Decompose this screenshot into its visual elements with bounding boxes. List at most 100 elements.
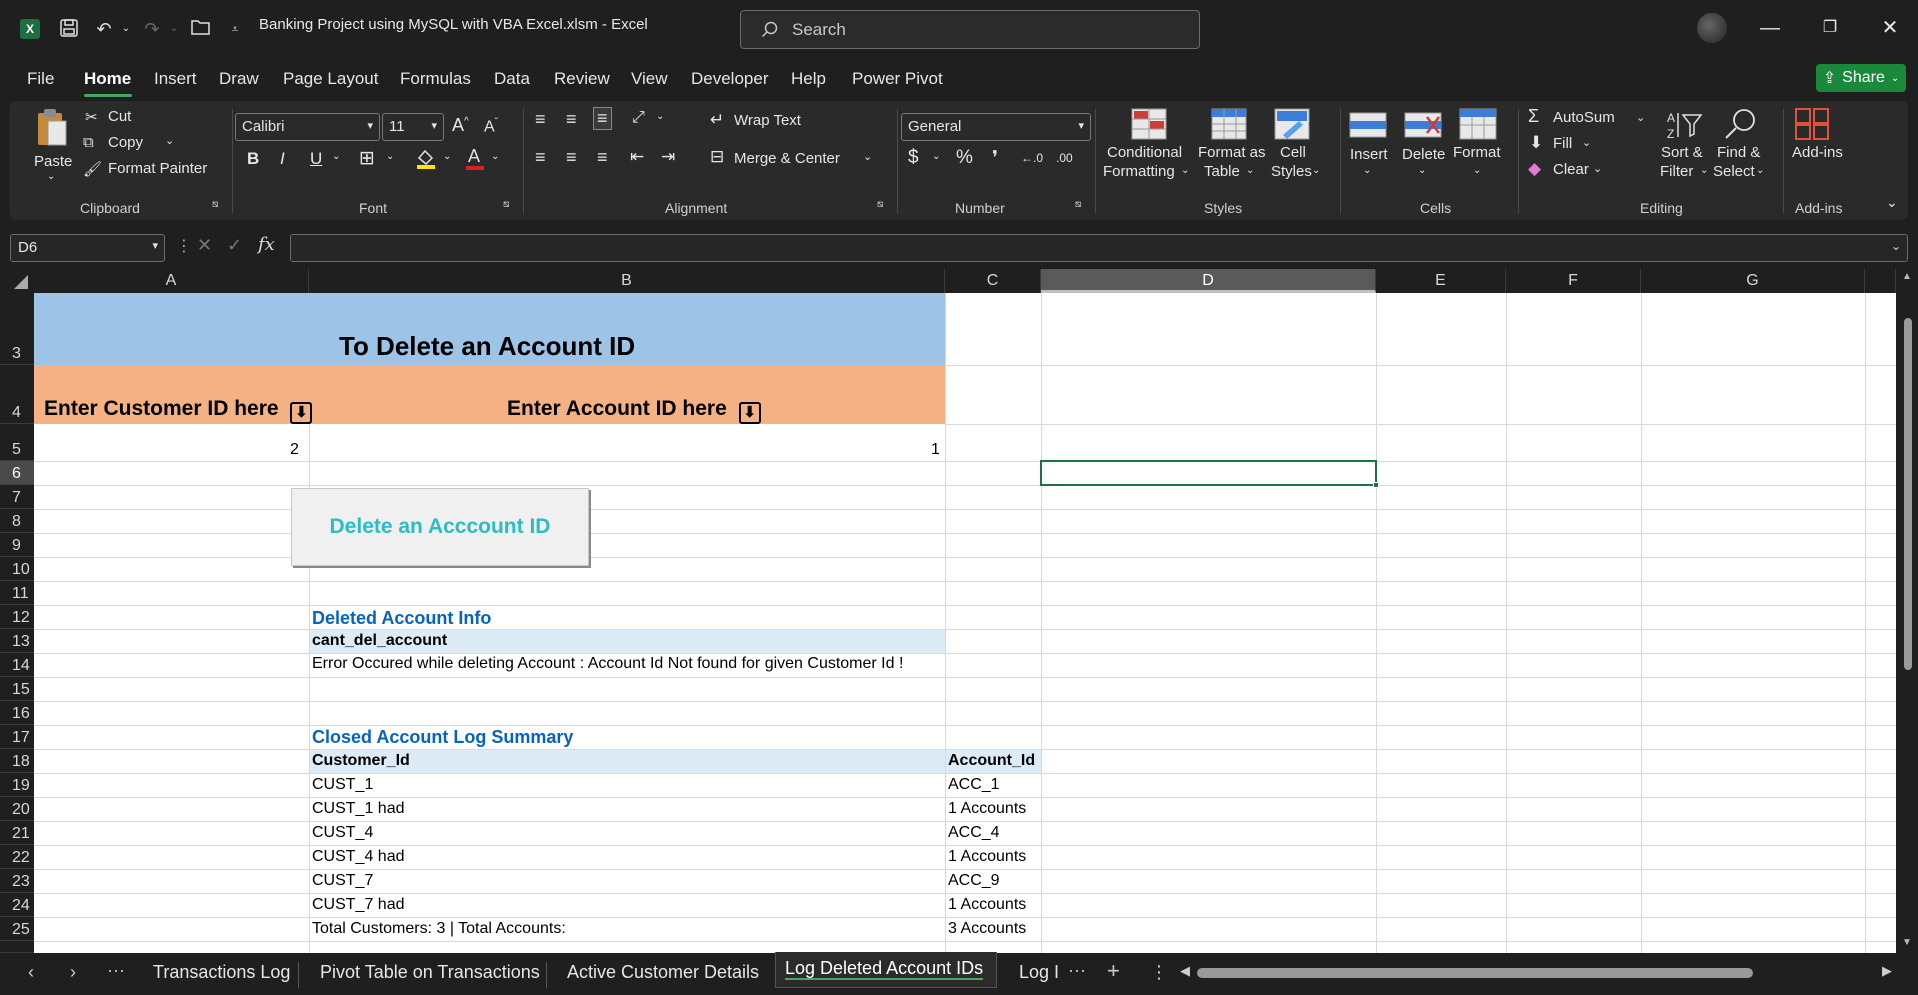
font-color-dropdown-icon[interactable]: ⌄ [491, 151, 499, 162]
row-header-24[interactable]: 24 [0, 893, 34, 917]
undo-icon[interactable]: ↶ [93, 18, 115, 40]
conditional-formatting-label-2[interactable]: Formatting [1103, 163, 1175, 180]
column-header-f[interactable]: F [1506, 269, 1641, 293]
chevron-down-icon[interactable]: ⌄ [1756, 165, 1764, 176]
align-right-icon[interactable]: ≡ [597, 147, 608, 168]
sheet-tab-active-customer-details[interactable]: Active Customer Details [567, 962, 759, 983]
add-ins-icon[interactable] [1794, 107, 1830, 146]
underline-dropdown-icon[interactable]: ⌄ [332, 151, 340, 162]
find-select-icon[interactable] [1722, 107, 1758, 146]
fill-color-icon[interactable] [414, 146, 438, 175]
format-cells-icon[interactable] [1458, 107, 1498, 146]
row-header-17[interactable]: 17 [0, 725, 34, 749]
orientation-icon[interactable]: ⤢ [632, 109, 645, 127]
top-align-icon[interactable]: ≡ [535, 109, 546, 130]
minimize-icon[interactable]: — [1758, 16, 1782, 40]
paste-button[interactable]: Paste [34, 153, 72, 170]
increase-font-icon[interactable]: A^ [452, 115, 469, 136]
fill-handle[interactable] [1373, 482, 1379, 488]
align-center-icon[interactable]: ≡ [566, 147, 577, 168]
autosum-button[interactable]: AutoSum [1553, 109, 1615, 126]
tab-view[interactable]: View [631, 69, 668, 89]
chevron-down-icon[interactable]: ⌄ [1418, 165, 1426, 176]
sheet-options-icon[interactable]: ⋮ [1150, 962, 1168, 983]
italic-button[interactable]: I [280, 149, 285, 169]
close-icon[interactable]: ✕ [1878, 16, 1902, 40]
copy-dropdown-icon[interactable]: ⌄ [165, 134, 174, 147]
tab-developer[interactable]: Developer [691, 69, 769, 89]
scroll-up-icon[interactable]: ▲ [1902, 271, 1912, 282]
delete-cells-icon[interactable] [1403, 109, 1443, 146]
sheet-tab-pivot-table[interactable]: Pivot Table on Transactions [320, 962, 540, 983]
column-header-next[interactable] [1865, 269, 1896, 293]
alignment-launcher-icon[interactable]: ⧅ [877, 199, 883, 210]
tab-draw[interactable]: Draw [219, 69, 259, 89]
paste-icon[interactable] [34, 107, 68, 154]
add-sheet-icon[interactable]: + [1107, 958, 1120, 984]
format-as-table-label-1[interactable]: Format as [1198, 144, 1266, 161]
format-painter-button[interactable]: Format Painter [108, 160, 207, 177]
row-header-13[interactable]: 13 [0, 629, 34, 653]
restore-icon[interactable]: ❐ [1818, 16, 1842, 40]
comma-style-icon[interactable]: ❜ [992, 147, 998, 170]
chevron-down-icon[interactable]: ⌄ [1363, 165, 1371, 176]
sort-filter-label-2[interactable]: Filter [1660, 163, 1693, 180]
row-header-19[interactable]: 19 [0, 773, 34, 797]
hscroll-left-icon[interactable]: ◀ [1180, 963, 1190, 979]
row-header-22[interactable]: 22 [0, 845, 34, 869]
insert-function-icon[interactable]: fx [258, 234, 275, 255]
customize-quick-access-icon[interactable]: ⩡ [224, 18, 246, 40]
paste-dropdown-icon[interactable]: ⌄ [47, 171, 55, 182]
expand-formula-icon[interactable]: ⌄ [1891, 239, 1901, 253]
collapse-ribbon-icon[interactable]: ⌄ [1886, 194, 1898, 211]
row-header-23[interactable]: 23 [0, 869, 34, 893]
tab-review[interactable]: Review [554, 69, 610, 89]
decrease-indent-icon[interactable]: ⇤ [630, 147, 644, 167]
clear-button[interactable]: Clear [1553, 161, 1589, 178]
chevron-down-icon[interactable]: ⌄ [1312, 165, 1320, 176]
merge-dropdown-icon[interactable]: ⌄ [863, 150, 872, 163]
font-launcher-icon[interactable]: ⧅ [503, 199, 509, 210]
clear-dropdown-icon[interactable]: ⌄ [1593, 162, 1602, 175]
fill-color-dropdown-icon[interactable]: ⌄ [443, 151, 451, 162]
chevron-down-icon[interactable]: ⌄ [1700, 165, 1708, 176]
row-header-25[interactable]: 25 [0, 917, 34, 941]
increase-decimal-icon[interactable]: ←.0 [1021, 151, 1043, 165]
cancel-icon[interactable]: ✕ [197, 235, 212, 256]
currency-dropdown-icon[interactable]: ⌄ [932, 151, 940, 162]
row-header-10[interactable]: 10 [0, 557, 34, 581]
orientation-dropdown-icon[interactable]: ⌄ [656, 111, 664, 122]
more-tabs-icon[interactable]: ··· [107, 960, 125, 981]
bold-button[interactable]: B [247, 149, 259, 169]
avatar[interactable] [1697, 13, 1727, 43]
account-id-input[interactable]: 1 [931, 441, 940, 459]
column-header-b[interactable]: B [309, 269, 945, 293]
currency-icon[interactable]: $ [908, 147, 919, 169]
more-tabs-right-icon[interactable]: ··· [1068, 960, 1086, 981]
find-select-label-1[interactable]: Find & [1717, 144, 1760, 161]
middle-align-icon[interactable]: ≡ [566, 109, 577, 130]
decrease-decimal-icon[interactable]: .00 [1056, 151, 1073, 165]
selected-cell-d6[interactable] [1040, 460, 1377, 486]
row-header-21[interactable]: 21 [0, 821, 34, 845]
format-cells-button[interactable]: Format [1453, 144, 1501, 161]
scroll-down-icon[interactable]: ▼ [1902, 937, 1912, 948]
borders-icon[interactable]: ⊞ [359, 147, 375, 170]
row-header-14[interactable]: 14 [0, 653, 34, 677]
row-header-11[interactable]: 11 [0, 581, 34, 605]
cut-button[interactable]: Cut [108, 108, 131, 125]
insert-cells-icon[interactable] [1348, 109, 1388, 146]
cell-styles-label-2[interactable]: Styles [1271, 163, 1312, 180]
autosum-dropdown-icon[interactable]: ⌄ [1636, 111, 1645, 124]
sheet-tab-log-deleted-account-ids[interactable]: Log Deleted Account IDs [785, 958, 983, 979]
sheet-tab-log-partial[interactable]: Log I [1019, 962, 1059, 983]
fill-dropdown-icon[interactable]: ⌄ [1582, 136, 1591, 149]
select-all-corner[interactable] [0, 269, 34, 293]
row-header-26[interactable] [0, 941, 34, 953]
tab-scroll-right-icon[interactable]: › [70, 962, 76, 983]
tab-file[interactable]: File [27, 69, 54, 89]
horizontal-scroll-thumb[interactable] [1197, 968, 1753, 978]
clipboard-launcher-icon[interactable]: ⧅ [212, 199, 218, 210]
row-header-6[interactable]: 6 [0, 461, 34, 485]
row-header-7[interactable]: 7 [0, 485, 34, 509]
